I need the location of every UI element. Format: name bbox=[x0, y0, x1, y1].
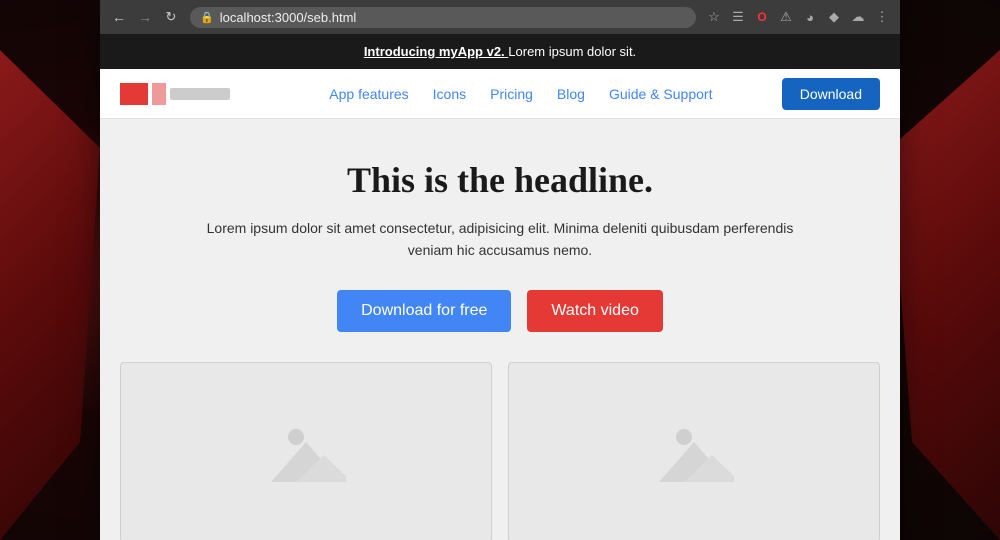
lock-icon: 🔒 bbox=[200, 11, 214, 24]
reload-button[interactable]: ↻ bbox=[160, 6, 182, 28]
main-navbar: App features Icons Pricing Blog Guide & … bbox=[100, 69, 900, 119]
logo-pink-block bbox=[152, 83, 166, 105]
nav-pricing[interactable]: Pricing bbox=[490, 86, 533, 102]
back-button[interactable]: ← bbox=[108, 6, 130, 28]
image-row bbox=[120, 362, 880, 540]
logo-red-block bbox=[120, 83, 148, 105]
announcement-text: Lorem ipsum dolor sit. bbox=[508, 44, 636, 59]
hero-section: This is the headline. Lorem ipsum dolor … bbox=[200, 159, 800, 332]
browser-toolbar: ← → ↻ 🔒 localhost:3000/seb.html ☆ ☰ O ⚠ … bbox=[100, 0, 900, 34]
watch-video-button[interactable]: Watch video bbox=[527, 290, 662, 332]
image-placeholder-2 bbox=[508, 362, 880, 540]
star-icon[interactable]: ☆ bbox=[704, 7, 724, 27]
browser-extension-icons: ☆ ☰ O ⚠ ◕ ◆ ☁ ⋮ bbox=[704, 7, 892, 27]
logo bbox=[120, 83, 230, 105]
announcement-bold: Introducing myApp v2. bbox=[364, 44, 505, 59]
nav-download-button[interactable]: Download bbox=[782, 78, 880, 110]
nav-icons[interactable]: Icons bbox=[433, 86, 466, 102]
hero-buttons: Download for free Watch video bbox=[200, 290, 800, 332]
page-content: This is the headline. Lorem ipsum dolor … bbox=[100, 119, 900, 540]
menu-icon[interactable]: ⋮ bbox=[872, 7, 892, 27]
placeholder-icon-1 bbox=[266, 417, 346, 487]
browser-window: ← → ↻ 🔒 localhost:3000/seb.html ☆ ☰ O ⚠ … bbox=[100, 0, 900, 540]
url-text: localhost:3000/seb.html bbox=[220, 10, 686, 25]
nav-app-features[interactable]: App features bbox=[329, 86, 408, 102]
nav-links: App features Icons Pricing Blog Guide & … bbox=[260, 86, 782, 102]
nav-blog[interactable]: Blog bbox=[557, 86, 585, 102]
placeholder-icon-2 bbox=[654, 417, 734, 487]
nav-guide-support[interactable]: Guide & Support bbox=[609, 86, 713, 102]
announcement-link[interactable]: Introducing myApp v2. bbox=[364, 44, 508, 59]
hero-subtext: Lorem ipsum dolor sit amet consectetur, … bbox=[200, 217, 800, 262]
layers-icon[interactable]: ☰ bbox=[728, 7, 748, 27]
wallet-icon[interactable]: ◆ bbox=[824, 7, 844, 27]
vpn-icon[interactable]: ◕ bbox=[800, 7, 820, 27]
hero-headline: This is the headline. bbox=[200, 159, 800, 201]
address-bar[interactable]: 🔒 localhost:3000/seb.html bbox=[190, 7, 696, 28]
download-free-button[interactable]: Download for free bbox=[337, 290, 511, 332]
announcement-bar: Introducing myApp v2. Lorem ipsum dolor … bbox=[100, 34, 900, 69]
logo-text-placeholder bbox=[170, 88, 230, 100]
forward-button[interactable]: → bbox=[134, 6, 156, 28]
image-placeholder-1 bbox=[120, 362, 492, 540]
browser-controls: ← → ↻ bbox=[108, 6, 182, 28]
cloud-icon[interactable]: ☁ bbox=[848, 7, 868, 27]
opera-icon[interactable]: O bbox=[752, 7, 772, 27]
shield-icon[interactable]: ⚠ bbox=[776, 7, 796, 27]
